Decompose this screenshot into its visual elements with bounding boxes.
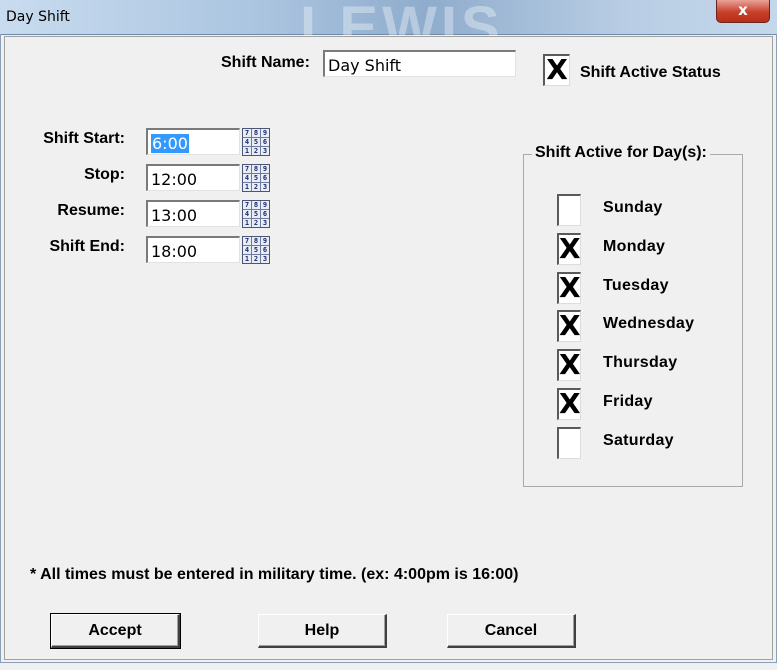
- time-label: Stop:: [84, 166, 125, 183]
- accept-button[interactable]: Accept: [50, 613, 181, 649]
- keypad-key: 1: [243, 219, 251, 227]
- keypad-key: 2: [252, 147, 260, 155]
- day-label: Tuesday: [603, 276, 669, 294]
- time-label: Shift End:: [49, 238, 125, 255]
- day-checkbox[interactable]: X: [557, 349, 581, 382]
- keypad-key: 5: [252, 138, 260, 146]
- keypad-key: 5: [252, 174, 260, 182]
- window-title: Day Shift: [6, 9, 70, 25]
- time-value: 18:00: [151, 242, 198, 261]
- time-value: 12:00: [151, 170, 198, 189]
- keypad-key: 8: [252, 201, 260, 209]
- shift-active-status-checkbox[interactable]: X: [543, 54, 570, 86]
- day-label: Wednesday: [603, 315, 695, 333]
- keypad-key: 4: [243, 246, 251, 254]
- time-input[interactable]: 6:00: [146, 128, 240, 155]
- cancel-button[interactable]: Cancel: [447, 614, 576, 648]
- keypad-key: 3: [261, 147, 269, 155]
- keypad-key: 3: [261, 219, 269, 227]
- time-input[interactable]: 13:00: [146, 200, 240, 227]
- day-label: Sunday: [603, 199, 663, 216]
- close-button[interactable]: x: [716, 0, 770, 23]
- time-value: 13:00: [151, 206, 198, 225]
- keypad-key: 7: [243, 129, 251, 137]
- keypad-key: 8: [252, 237, 260, 245]
- day-checkbox[interactable]: X: [557, 310, 581, 343]
- keypad-key: 9: [261, 129, 269, 137]
- keypad-key: 6: [261, 246, 269, 254]
- shift-name-label: Shift Name:: [221, 54, 310, 71]
- time-label: Resume:: [57, 202, 125, 219]
- day-checkbox[interactable]: [557, 426, 581, 459]
- keypad-key: 3: [261, 183, 269, 191]
- keypad-key: 1: [243, 147, 251, 155]
- keypad-key: 7: [243, 237, 251, 245]
- keypad-key: 7: [243, 201, 251, 209]
- keypad-icon[interactable]: 789 456 123: [242, 128, 270, 156]
- keypad-key: 2: [252, 219, 260, 227]
- keypad-key: 9: [261, 237, 269, 245]
- keypad-key: 9: [261, 165, 269, 173]
- time-label: Shift Start:: [43, 130, 125, 147]
- keypad-key: 2: [252, 255, 260, 263]
- keypad-key: 7: [243, 165, 251, 173]
- keypad-key: 8: [252, 165, 260, 173]
- time-value: 6:00: [151, 134, 189, 153]
- day-checkbox[interactable]: X: [557, 388, 581, 420]
- keypad-key: 6: [261, 210, 269, 218]
- keypad-key: 6: [261, 174, 269, 182]
- keypad-key: 6: [261, 138, 269, 146]
- day-checkbox[interactable]: X: [557, 232, 581, 265]
- time-input[interactable]: 12:00: [146, 164, 240, 191]
- keypad-key: 5: [252, 246, 260, 254]
- day-label: Thursday: [603, 354, 678, 372]
- day-checkbox[interactable]: X: [557, 271, 581, 304]
- keypad-key: 4: [243, 174, 251, 182]
- shift-active-status-label: Shift Active Status: [580, 64, 721, 81]
- title-bar: LEWIS Day Shift x: [0, 0, 777, 60]
- day-label: Friday: [603, 393, 653, 410]
- days-group-title: Shift Active for Day(s):: [532, 144, 710, 162]
- day-label: Monday: [603, 237, 666, 255]
- day-label: Saturday: [603, 431, 674, 449]
- day-checkbox[interactable]: [557, 194, 581, 226]
- keypad-key: 8: [252, 129, 260, 137]
- keypad-key: 1: [243, 183, 251, 191]
- keypad-key: 2: [252, 183, 260, 191]
- help-button[interactable]: Help: [258, 614, 387, 648]
- keypad-icon[interactable]: 789 456 123: [242, 200, 270, 228]
- time-input[interactable]: 18:00: [146, 236, 240, 263]
- keypad-key: 3: [261, 255, 269, 263]
- keypad-key: 4: [243, 210, 251, 218]
- keypad-key: 4: [243, 138, 251, 146]
- close-icon: x: [738, 1, 748, 19]
- keypad-key: 5: [252, 210, 260, 218]
- keypad-icon[interactable]: 789 456 123: [242, 236, 270, 264]
- keypad-key: 9: [261, 201, 269, 209]
- military-time-note: * All times must be entered in military …: [30, 566, 519, 583]
- keypad-icon[interactable]: 789 456 123: [242, 164, 270, 192]
- shift-name-input[interactable]: Day Shift: [323, 50, 516, 77]
- keypad-key: 1: [243, 255, 251, 263]
